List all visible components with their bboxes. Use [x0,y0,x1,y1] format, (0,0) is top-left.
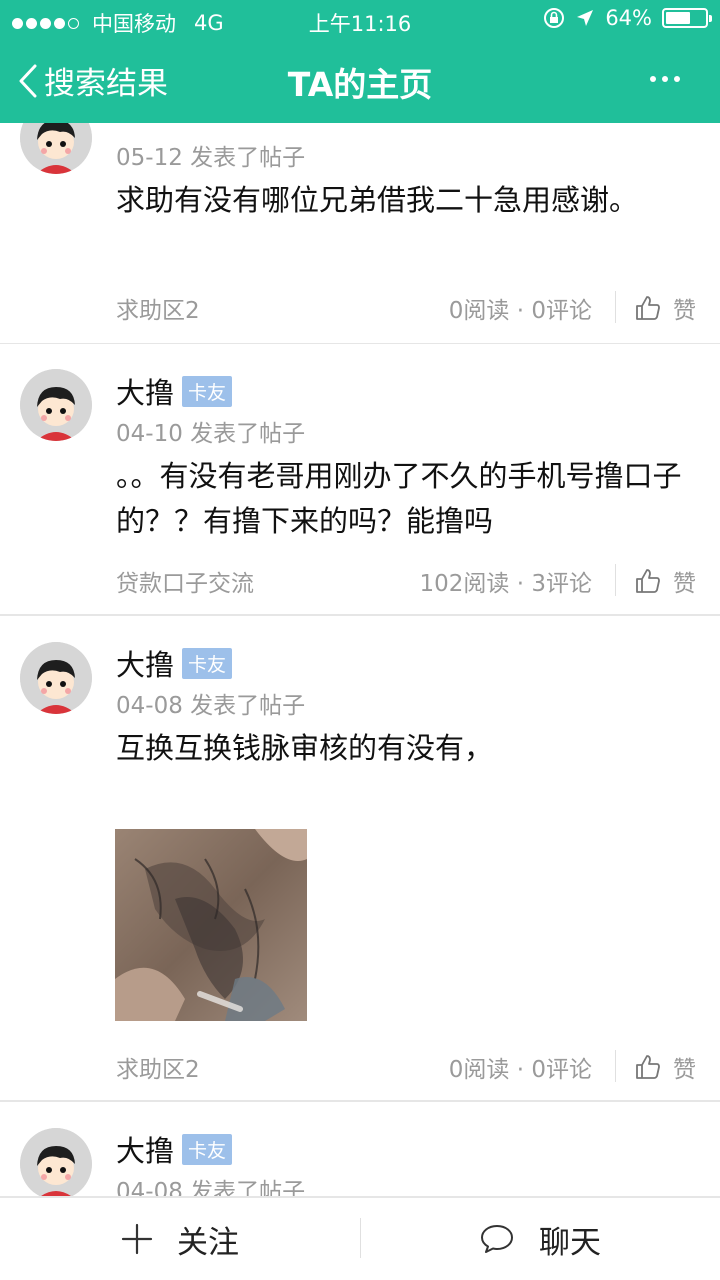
post-item[interactable]: 05-12 发表了帖子 求助有没有哪位兄弟借我二十急用感谢。 求助区2 0阅读 … [0,123,720,345]
like-label: 赞 [673,571,696,597]
divider [615,564,616,596]
thumbs-up-icon [636,569,660,593]
divider [615,291,616,323]
battery-icon [662,8,712,28]
username[interactable]: 大撸 [116,370,174,412]
post-item[interactable]: 大撸 卡友 04-08 发表了帖子 [0,1102,720,1196]
user-avatar[interactable] [20,1128,92,1196]
user-line: 大撸 卡友 [116,642,233,684]
post-meta: 04-10 发表了帖子 [116,421,306,447]
post-category[interactable]: 求助区2 [116,291,200,325]
post-meta: 04-08 发表了帖子 [116,1179,306,1196]
post-footer: 贷款口子交流 102阅读 · 3评论 赞 [116,564,696,598]
thumbs-up-icon [636,1055,660,1079]
orientation-lock-icon [544,8,565,28]
post-content[interactable]: 互换互换钱脉审核的有没有， [116,726,696,771]
chat-label: 聊天 [539,1224,601,1261]
post-item[interactable]: 大撸 卡友 04-10 发表了帖子 。。有没有老哥用刚办了不久的手机号撸口子的？… [0,344,720,616]
post-category[interactable]: 贷款口子交流 [116,564,254,598]
chat-button[interactable]: 聊天 [360,1198,720,1280]
post-meta: 04-08 发表了帖子 [116,693,306,719]
top-bar: 中国移动 4G 上午11:16 64% 搜索结果 TA的主页 [0,0,720,123]
post-meta: 05-12 发表了帖子 [116,145,306,171]
post-item[interactable]: 大撸 卡友 04-08 发表了帖子 互换互换钱脉审核的有没有， 求助区2 0阅读… [0,616,720,1102]
location-arrow-icon [577,10,594,26]
navigation-bar: 搜索结果 TA的主页 [0,40,720,123]
status-bar: 中国移动 4G 上午11:16 64% [0,0,720,40]
post-content[interactable]: 。。有没有老哥用刚办了不久的手机号撸口子的？？有撸下来的吗？能撸吗 [116,454,696,544]
cartoon-avatar-icon [20,642,92,714]
cartoon-avatar-icon [20,369,92,441]
page-title: TA的主页 [287,65,433,104]
user-line: 大撸 卡友 [116,370,233,412]
post-feed[interactable]: 05-12 发表了帖子 求助有没有哪位兄弟借我二十急用感谢。 求助区2 0阅读 … [0,123,720,1196]
like-button[interactable]: 赞 [635,1050,696,1084]
username[interactable]: 大撸 [116,1128,174,1170]
follow-button[interactable]: 关注 [0,1198,360,1280]
like-button[interactable]: 赞 [635,564,696,598]
post-footer: 求助区2 0阅读 · 0评论 赞 [116,1050,696,1084]
thumbs-up-icon [636,296,660,320]
like-label: 赞 [673,298,696,324]
username[interactable]: 大撸 [116,642,174,684]
more-button[interactable] [644,76,680,82]
post-category[interactable]: 求助区2 [116,1050,200,1084]
post-stats: 0阅读 · 0评论 [448,298,592,324]
divider [615,1050,616,1082]
battery-percent: 64% [605,6,652,30]
post-content[interactable]: 求助有没有哪位兄弟借我二十急用感谢。 [116,178,696,223]
user-avatar[interactable] [20,123,92,174]
post-stats: 0阅读 · 0评论 [448,1057,592,1083]
chat-bubble-icon [481,1225,513,1253]
more-horizontal-icon [650,76,656,82]
user-badge: 卡友 [182,647,233,679]
like-button[interactable]: 赞 [635,291,696,325]
plus-icon [121,1223,153,1255]
user-badge: 卡友 [182,1133,233,1165]
post-image[interactable] [115,829,307,1021]
user-avatar[interactable] [20,642,92,714]
user-badge: 卡友 [182,375,233,407]
post-footer: 求助区2 0阅读 · 0评论 赞 [116,291,696,325]
user-line: 大撸 卡友 [116,1128,233,1170]
follow-label: 关注 [177,1224,239,1261]
user-avatar[interactable] [20,369,92,441]
post-stats: 102阅读 · 3评论 [419,571,592,597]
cartoon-avatar-icon [20,1128,92,1196]
attached-photo [115,829,307,1021]
cartoon-avatar-icon [20,123,92,174]
like-label: 赞 [673,1057,696,1083]
bottom-action-bar: 关注 聊天 [0,1196,720,1280]
